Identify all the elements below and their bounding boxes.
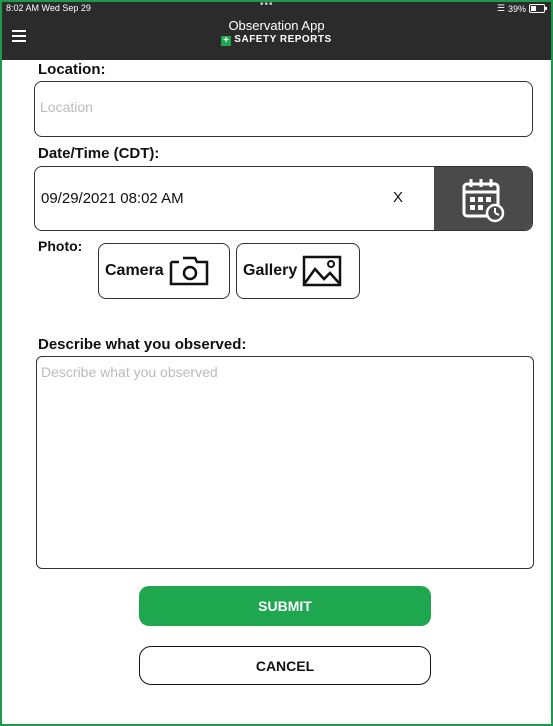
camera-icon [169, 256, 208, 286]
brand-logo: + SAFETY REPORTS [2, 34, 551, 46]
calendar-picker-button[interactable] [434, 167, 532, 230]
describe-placeholder: Describe what you observed [41, 364, 218, 380]
gallery-button[interactable]: Gallery [236, 243, 360, 299]
describe-textarea[interactable]: Describe what you observed [36, 356, 534, 569]
camera-label: Camera [105, 262, 164, 279]
calendar-icon [462, 178, 505, 222]
plus-icon: + [221, 35, 232, 46]
app-header: Observation App + SAFETY REPORTS [2, 16, 551, 60]
gallery-label: Gallery [243, 262, 298, 279]
multitasking-dots[interactable]: ••• [260, 0, 274, 10]
datetime-label: Date/Time (CDT): [38, 145, 160, 162]
photo-label: Photo: [38, 238, 83, 254]
wifi-icon: ☰ [496, 3, 505, 13]
image-icon [303, 255, 342, 287]
status-bar: 8:02 AM Wed Sep 29 ••• ☰ 39% [2, 0, 551, 16]
datetime-field[interactable]: 09/29/2021 08:02 AM X [34, 166, 533, 231]
camera-button[interactable]: Camera [98, 243, 230, 299]
battery-icon [529, 4, 547, 13]
location-placeholder: Location [40, 99, 93, 115]
status-right: ☰ 39% [496, 3, 547, 14]
app-frame: 8:02 AM Wed Sep 29 ••• ☰ 39% Observation… [0, 0, 553, 726]
brand-text: SAFETY REPORTS [234, 34, 332, 45]
datetime-value: 09/29/2021 08:02 AM [41, 190, 184, 207]
describe-label: Describe what you observed: [38, 336, 247, 353]
cancel-button[interactable]: CANCEL [139, 646, 431, 685]
location-input[interactable]: Location [34, 81, 533, 137]
app-title: Observation App [228, 18, 325, 33]
battery-percent: 39% [507, 3, 526, 14]
submit-button[interactable]: SUBMIT [139, 586, 431, 626]
status-time: 8:02 AM Wed Sep 29 [6, 3, 91, 13]
clear-date-button[interactable]: X [393, 189, 403, 206]
location-label: Location: [38, 61, 106, 78]
